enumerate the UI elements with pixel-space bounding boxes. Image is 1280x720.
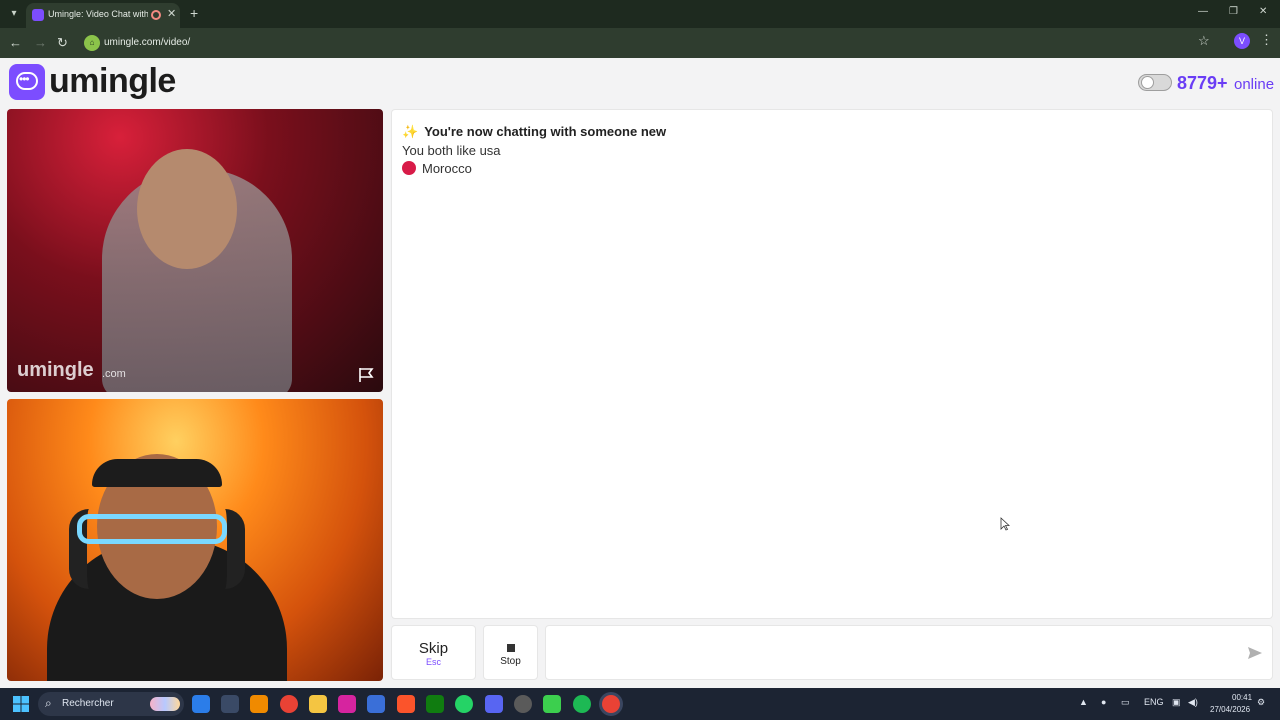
video-watermark-domain: .com bbox=[102, 368, 126, 380]
task-view-icon[interactable] bbox=[221, 695, 239, 713]
theme-toggle[interactable] bbox=[1138, 74, 1172, 91]
search-icon: ⌕ bbox=[45, 696, 52, 710]
url-text: umingle.com/video/ bbox=[104, 37, 191, 48]
video-watermark: umingle bbox=[17, 359, 94, 381]
toggle-knob bbox=[1141, 76, 1154, 89]
skip-button[interactable]: Skip Esc bbox=[391, 625, 476, 680]
chrome-active-icon[interactable] bbox=[602, 695, 620, 713]
clock-date[interactable]: 27/04/2026 bbox=[1210, 705, 1250, 714]
online-label: online bbox=[1234, 76, 1275, 93]
chrome-icon[interactable] bbox=[280, 695, 298, 713]
reload-icon[interactable]: ↻ bbox=[57, 35, 68, 51]
browser-tab-bar: ▾ Umingle: Video Chat with St ✕ + — ❐ ✕ bbox=[0, 0, 1280, 28]
stop-label: Stop bbox=[500, 656, 521, 667]
sparkle-icon: ✨ bbox=[402, 124, 419, 139]
search-highlight-icon bbox=[150, 697, 180, 711]
taskbar-search-label: Rechercher bbox=[62, 698, 114, 709]
system-message-new-chat: ✨ You're now chatting with someone new bbox=[402, 124, 667, 139]
stop-button[interactable]: Stop bbox=[483, 625, 538, 680]
brave-icon[interactable] bbox=[397, 695, 415, 713]
tray-chevron-icon[interactable]: ▲ bbox=[1079, 697, 1088, 707]
language-indicator[interactable]: ENG bbox=[1144, 697, 1164, 707]
network-icon[interactable]: ▣ bbox=[1172, 697, 1181, 708]
whatsapp-icon[interactable] bbox=[455, 695, 473, 713]
logo-text[interactable]: umingle bbox=[49, 62, 176, 101]
skip-label: Skip bbox=[418, 640, 449, 657]
country-flag-icon bbox=[402, 161, 416, 175]
sunglasses bbox=[77, 514, 227, 544]
clock-time[interactable]: 00:41 bbox=[1232, 693, 1252, 702]
keyboard-icon[interactable]: ▭ bbox=[1121, 697, 1130, 708]
new-tab-icon[interactable]: + bbox=[190, 5, 198, 21]
site-info-icon[interactable]: ⌂ bbox=[84, 35, 100, 51]
play-app-icon[interactable] bbox=[543, 695, 561, 713]
self-video bbox=[7, 399, 383, 681]
windows-taskbar: ⌕ Rechercher ▲ ● ▭ ENG ▣ ◀) 00:41 27/04/… bbox=[0, 688, 1280, 720]
xbox-icon[interactable] bbox=[426, 695, 444, 713]
umingle-logo-icon[interactable]: ••• bbox=[9, 64, 45, 100]
common-interest-message: You both like usa bbox=[402, 143, 501, 158]
stop-square-icon bbox=[506, 644, 515, 652]
window-close-icon[interactable]: ✕ bbox=[1259, 6, 1267, 17]
forward-icon[interactable]: → bbox=[34, 35, 47, 50]
stranger-face bbox=[137, 149, 237, 269]
taskbar-search[interactable]: ⌕ Rechercher bbox=[38, 692, 184, 716]
stranger-video: umingle .com bbox=[7, 109, 383, 392]
skip-shortcut: Esc bbox=[425, 657, 441, 667]
instagram-icon[interactable] bbox=[338, 695, 356, 713]
browser-menu-icon[interactable]: ⋮ bbox=[1260, 32, 1273, 48]
report-flag-icon[interactable] bbox=[357, 366, 375, 384]
chat-panel: ✨ You're now chatting with someone new Yo… bbox=[391, 109, 1273, 619]
send-icon[interactable] bbox=[1247, 645, 1263, 661]
browser-tab[interactable]: Umingle: Video Chat with St ✕ bbox=[26, 3, 180, 28]
minimize-icon[interactable]: — bbox=[1198, 6, 1208, 17]
settings-gear-icon[interactable] bbox=[514, 695, 532, 713]
defender-icon[interactable] bbox=[192, 695, 210, 713]
volume-icon[interactable]: ◀) bbox=[1188, 697, 1198, 708]
umingle-favicon-icon bbox=[32, 9, 44, 21]
notification-icon[interactable]: ⚙ bbox=[1257, 697, 1265, 708]
back-icon[interactable]: ← bbox=[9, 35, 22, 50]
address-bar-row: ← → ↻ ⌂ umingle.com/video/ ☆ V ⋮ bbox=[0, 28, 1280, 58]
country-message: Morocco bbox=[402, 161, 472, 176]
vlc-icon[interactable] bbox=[250, 695, 268, 713]
spotify-icon[interactable] bbox=[573, 695, 591, 713]
store-icon[interactable] bbox=[367, 695, 385, 713]
tab-close-icon[interactable]: ✕ bbox=[167, 7, 176, 20]
online-count: 8779+ bbox=[1177, 73, 1228, 93]
microphone-icon[interactable]: ● bbox=[1101, 697, 1106, 707]
profile-avatar[interactable]: V bbox=[1234, 33, 1250, 49]
message-input[interactable] bbox=[545, 625, 1273, 680]
recording-icon bbox=[151, 10, 161, 20]
url-omnibox[interactable]: ⌂ umingle.com/video/ bbox=[80, 32, 1228, 54]
tab-search-chevron-icon[interactable]: ▾ bbox=[6, 6, 22, 22]
mouse-cursor-icon bbox=[1000, 517, 1010, 531]
restore-icon[interactable]: ❐ bbox=[1229, 6, 1238, 17]
file-explorer-icon[interactable] bbox=[309, 695, 327, 713]
windows-start-icon[interactable] bbox=[13, 696, 29, 712]
headband bbox=[92, 459, 222, 487]
discord-icon[interactable] bbox=[485, 695, 503, 713]
bookmark-star-icon[interactable]: ☆ bbox=[1198, 33, 1210, 49]
tab-title: Umingle: Video Chat with St bbox=[48, 9, 148, 19]
